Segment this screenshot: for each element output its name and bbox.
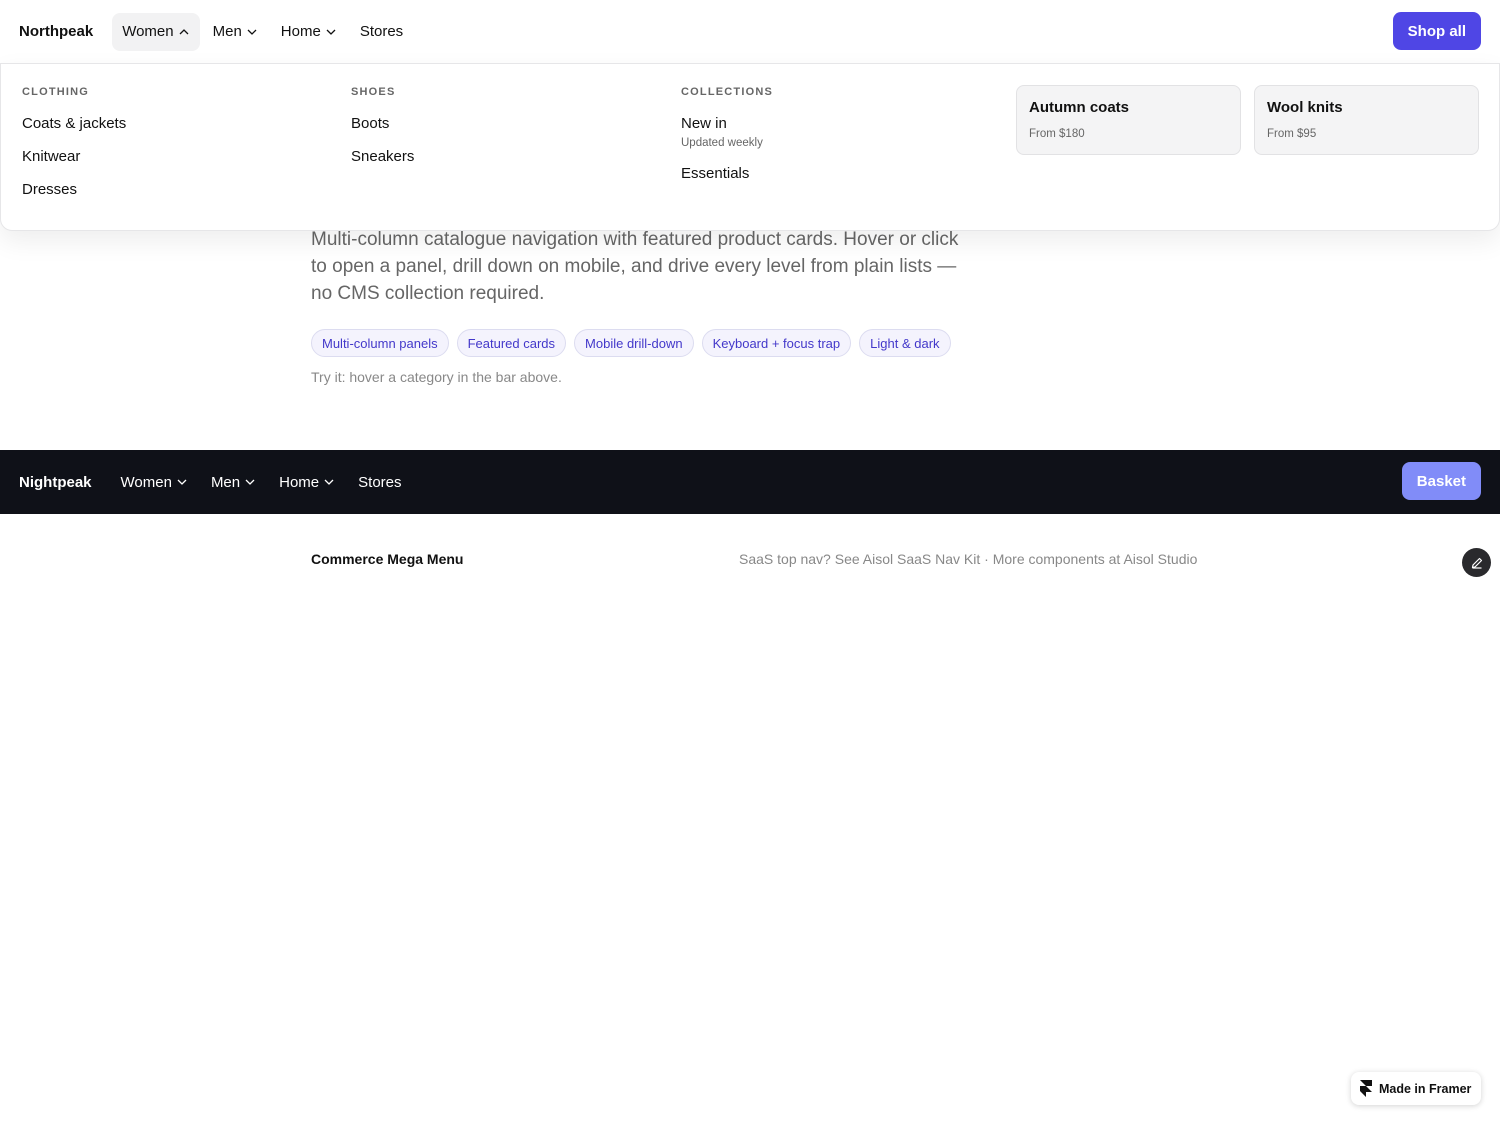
nav-item-stores[interactable]: Stores <box>350 13 413 51</box>
featured-card-wool-knits[interactable]: Wool knits From $95 <box>1254 85 1479 155</box>
nav-item-women[interactable]: Women <box>112 12 200 51</box>
menu-link-label: New in <box>681 115 727 132</box>
feature-pill: Mobile drill-down <box>574 329 694 357</box>
nav-item-home[interactable]: Home <box>269 463 345 501</box>
chevron-up-icon <box>179 28 189 34</box>
card-title: Wool knits <box>1267 99 1343 116</box>
feature-pill: Keyboard + focus trap <box>701 329 852 357</box>
chevron-down-icon <box>324 479 334 485</box>
framer-logo-icon <box>1360 1080 1372 1097</box>
footer-links-text[interactable]: SaaS top nav? See Aisol SaaS Nav Kit · M… <box>739 551 1197 567</box>
component-description: Multi-column catalogue navigation with f… <box>311 229 959 304</box>
nav-item-label: Men <box>212 23 242 40</box>
made-in-framer-badge[interactable]: Made in Framer <box>1351 1072 1481 1105</box>
card-price: From $180 <box>1029 128 1085 140</box>
chevron-down-icon <box>247 29 257 35</box>
dark-nav-items: Women Men Home Stores <box>111 463 415 501</box>
usage-hint: Try it: hover a category in the bar abov… <box>311 369 562 385</box>
column-title: Shoes <box>351 86 396 98</box>
nav-item-label: Stores <box>359 23 404 40</box>
menu-link-dresses[interactable]: Dresses <box>22 181 126 198</box>
nav-item-label: Home <box>279 473 320 491</box>
nav-item-women[interactable]: Women <box>111 463 198 501</box>
nav-item-label: Home <box>280 23 321 40</box>
nav-item-label: Women <box>120 473 172 491</box>
dark-nav-bar: Nightpeak Women Men Home Stores Basket <box>0 450 1500 514</box>
nav-item-men[interactable]: Men <box>203 13 268 51</box>
edit-button[interactable] <box>1462 548 1491 577</box>
basket-button[interactable]: Basket <box>1401 462 1481 500</box>
nav-item-stores[interactable]: Stores <box>348 463 411 501</box>
feature-pill: Light & dark <box>859 329 951 357</box>
brand-logo[interactable]: Northpeak <box>19 23 93 40</box>
column-collections: Collections New in Updated weekly Essent… <box>681 86 773 182</box>
card-title: Autumn coats <box>1029 99 1130 116</box>
nav-item-label: Stores <box>358 473 402 491</box>
nav-item-label: Men <box>210 473 241 491</box>
chevron-down-icon <box>326 29 336 35</box>
column-clothing: Clothing Coats & jackets Knitwear Dresse… <box>22 86 126 198</box>
nav-item-label: Women <box>122 23 174 40</box>
menu-link-essentials[interactable]: Essentials <box>681 165 773 182</box>
pencil-icon <box>1471 557 1482 569</box>
menu-link-coats-jackets[interactable]: Coats & jackets <box>22 115 126 132</box>
column-shoes: Shoes Boots Sneakers <box>351 86 414 165</box>
menu-link-boots[interactable]: Boots <box>351 115 414 132</box>
menu-link-sneakers[interactable]: Sneakers <box>351 148 414 165</box>
mega-menu-panel: Clothing Coats & jackets Knitwear Dresse… <box>0 63 1500 231</box>
nav-item-home[interactable]: Home <box>271 13 347 51</box>
card-price: From $95 <box>1267 128 1317 140</box>
nav-item-men[interactable]: Men <box>201 463 266 501</box>
light-nav-items: Women Men Home Stores <box>112 12 416 51</box>
menu-link-new-in[interactable]: New in Updated weekly <box>681 115 773 149</box>
light-nav-bar: Northpeak Women Men Home Stores Shop all <box>0 0 1500 63</box>
feature-pills: Multi-column panels Featured cards Mobil… <box>311 329 959 357</box>
featured-card-autumn-coats[interactable]: Autumn coats From $180 <box>1016 85 1241 155</box>
footer-title: Commerce Mega Menu <box>311 551 464 567</box>
menu-link-subtitle: Updated weekly <box>681 137 763 149</box>
feature-pill: Multi-column panels <box>311 329 449 357</box>
column-title: Clothing <box>22 86 90 98</box>
chevron-down-icon <box>245 479 255 485</box>
shop-all-button[interactable]: Shop all <box>1392 12 1481 50</box>
menu-link-knitwear[interactable]: Knitwear <box>22 148 126 165</box>
chevron-down-icon <box>177 479 187 485</box>
column-title: Collections <box>681 86 774 98</box>
feature-pill: Featured cards <box>456 329 567 357</box>
brand-logo[interactable]: Nightpeak <box>19 474 92 491</box>
badge-label: Made in Framer <box>1379 1081 1472 1096</box>
